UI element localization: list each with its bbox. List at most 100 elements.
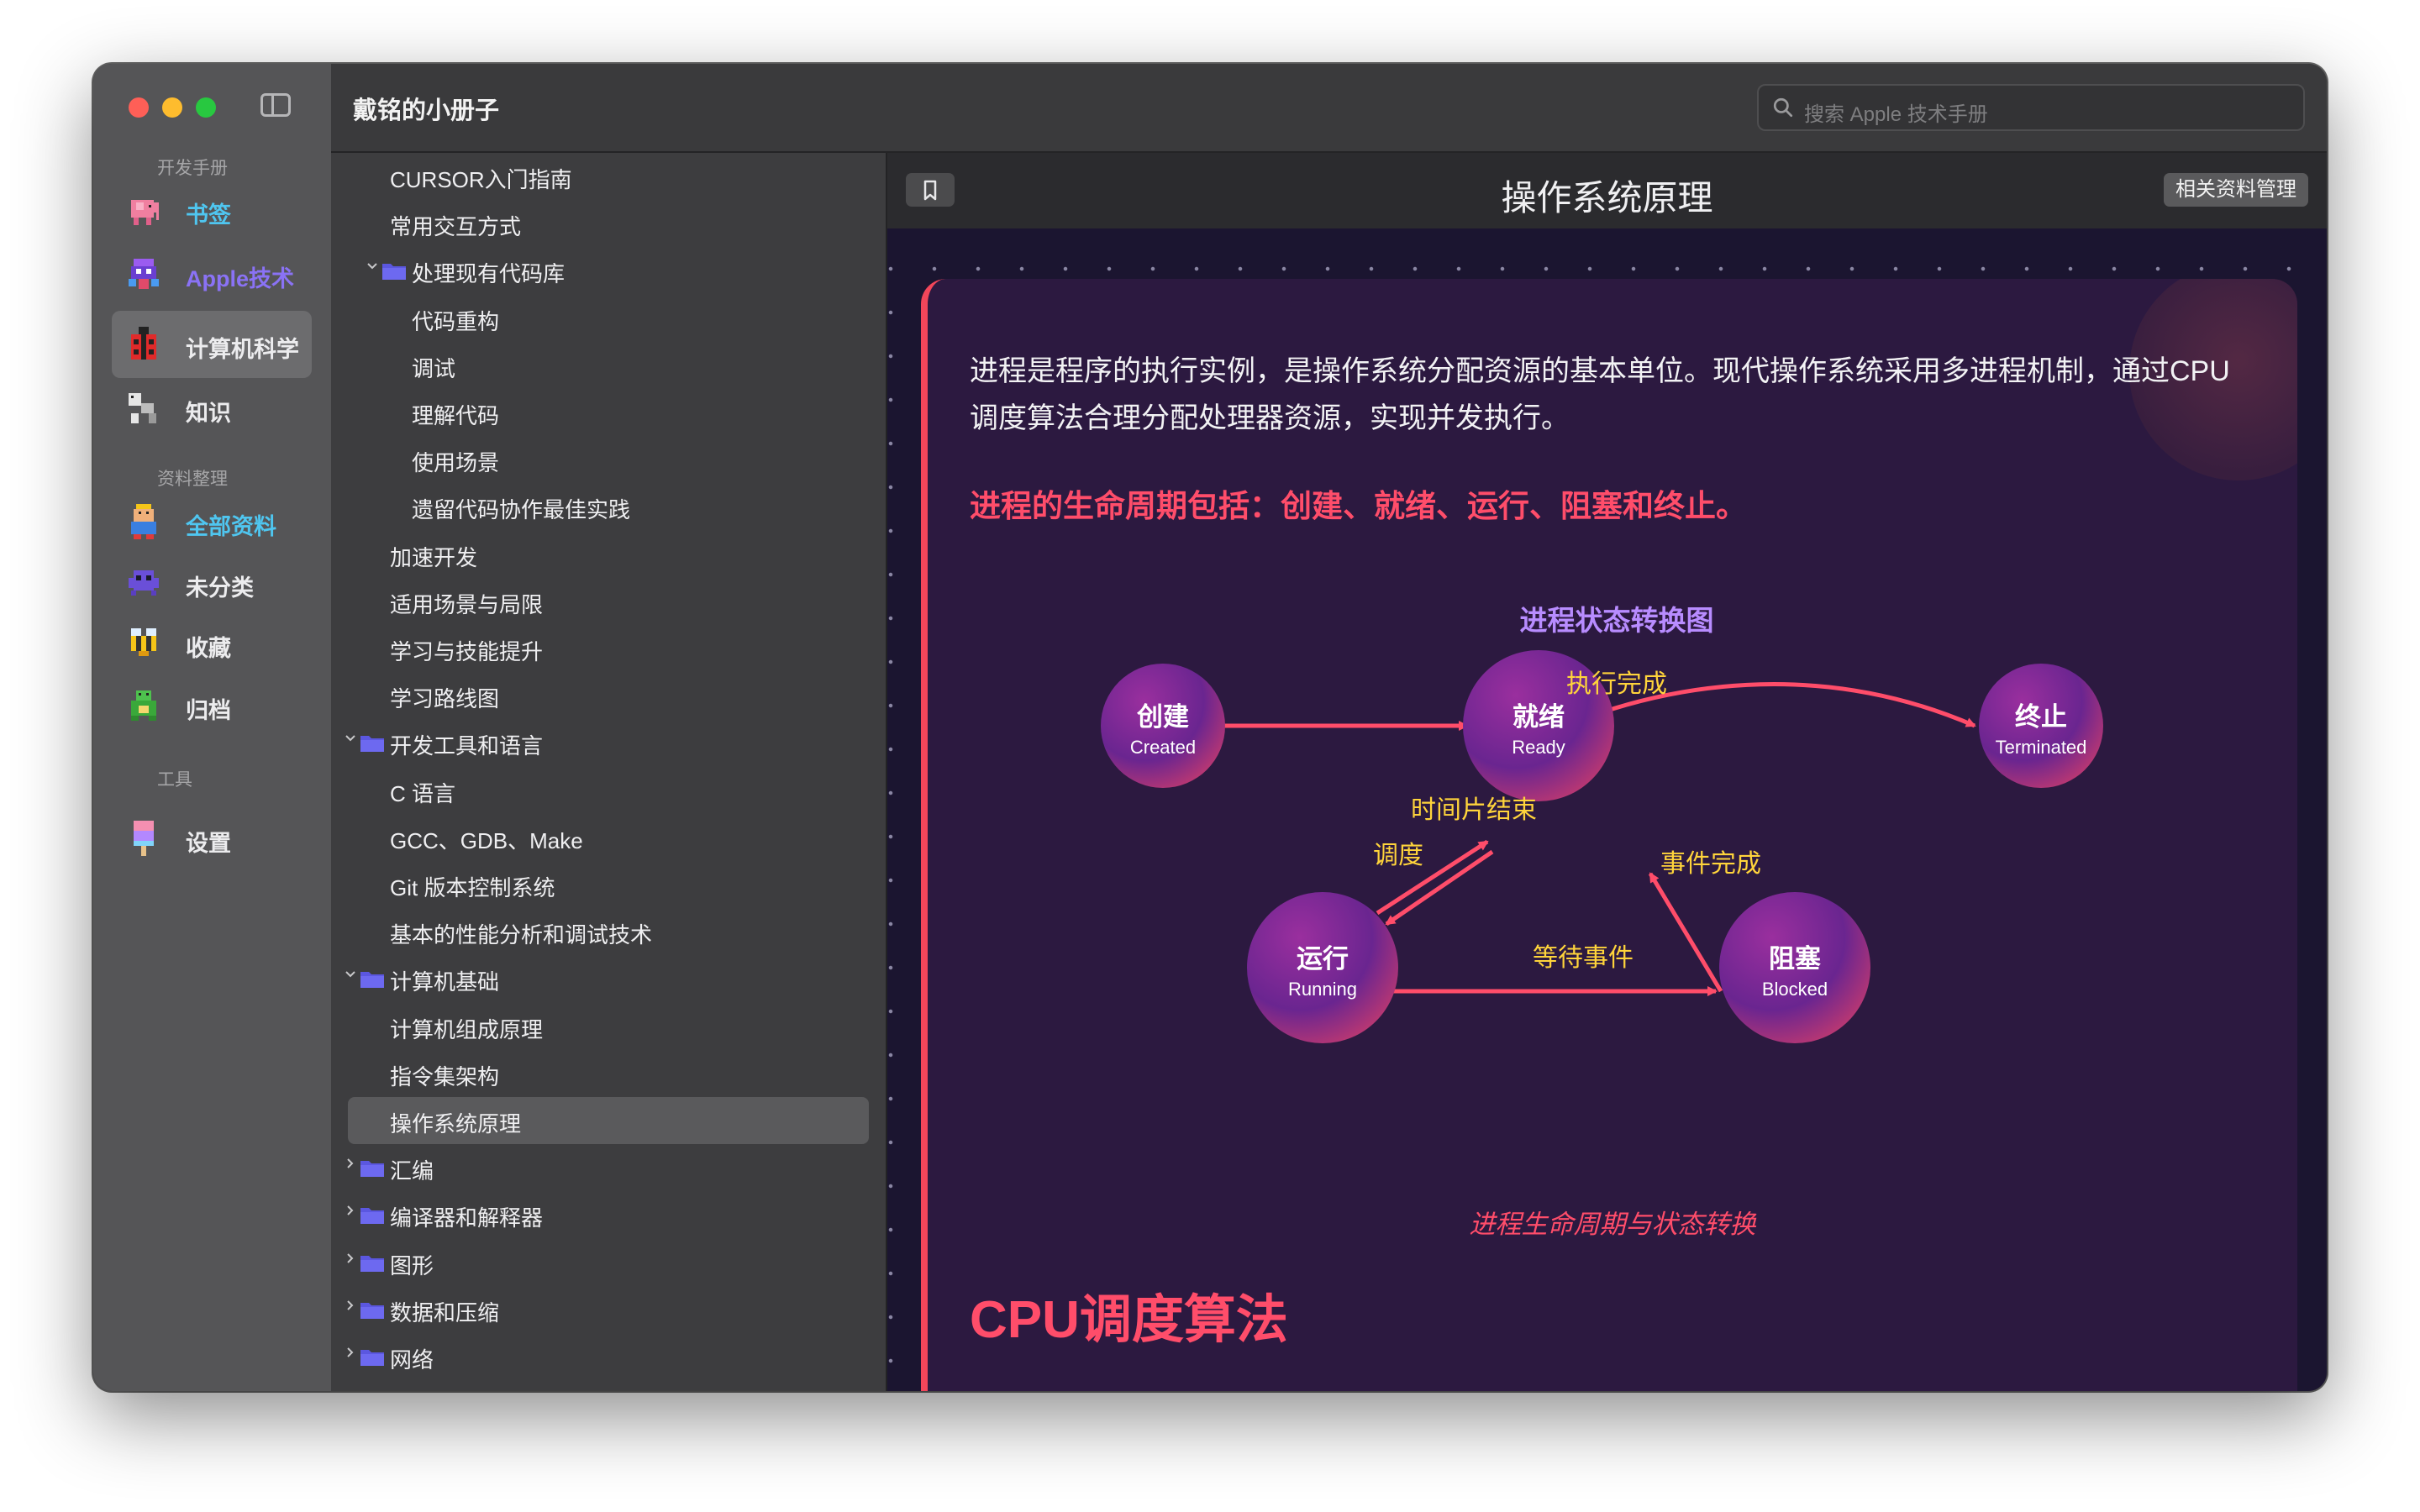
folder-icon: [360, 736, 384, 753]
chevron-right-icon[interactable]: [345, 1158, 356, 1169]
sidebar-item-uncategorized[interactable]: 未分类: [112, 549, 312, 617]
folder-icon: [360, 1255, 384, 1272]
tree-item-row[interactable]: C 语言: [331, 767, 886, 814]
tree-item-label: CURSOR入门指南: [390, 167, 572, 192]
pixel-robot-icon: [129, 393, 156, 423]
tree-item-label: 汇编: [390, 1158, 434, 1184]
sidebar-item-favorites[interactable]: 收藏: [112, 610, 312, 677]
sidebar-item-label: Apple技术: [186, 266, 295, 291]
chevron-down-icon[interactable]: [366, 260, 378, 272]
frog-icon: [131, 690, 156, 721]
tree-item-label: 调试: [412, 355, 456, 381]
sidebar-item-apple-tech[interactable]: Apple技术: [112, 240, 312, 307]
tree-item-row[interactable]: CURSOR入门指南: [331, 153, 886, 200]
state-terminated-en: Terminated: [1996, 737, 2087, 758]
tree-folder-row[interactable]: 开发工具和语言: [331, 719, 886, 766]
tree-item-row[interactable]: 加速开发: [331, 531, 886, 578]
tree-folder-row[interactable]: 编译器和解释器: [331, 1191, 886, 1238]
sidebar-item-archive[interactable]: 归档: [112, 672, 312, 739]
sidebar-item-label: 知识: [186, 401, 231, 426]
tree-item-label: 遗留代码协作最佳实践: [412, 497, 631, 523]
bee-icon: [131, 628, 156, 656]
tree-item-row[interactable]: 代码重构: [331, 295, 886, 342]
sidebar-item-computer-science[interactable]: 计算机科学: [112, 311, 312, 378]
tree-item-label: 网络: [390, 1347, 434, 1373]
sidebar-item-knowledge[interactable]: 知识: [112, 375, 312, 442]
title-bar: 戴铭的小册子 搜索 Apple 技术手册: [331, 64, 2327, 153]
state-node-terminated: 终止 Terminated: [1979, 664, 2103, 788]
state-blocked-en: Blocked: [1762, 979, 1828, 1000]
label-event-done: 事件完成: [1660, 850, 1761, 878]
state-ready-en: Ready: [1512, 737, 1565, 758]
tree-folder-row[interactable]: 网络: [331, 1333, 886, 1380]
zoom-window-button[interactable]: [196, 97, 216, 118]
sidebar-item-label: 未分类: [186, 575, 254, 601]
chevron-right-icon[interactable]: [345, 1252, 356, 1264]
minimize-window-button[interactable]: [162, 97, 182, 118]
folder-icon: [360, 1161, 384, 1178]
sidebar-item-label: 收藏: [186, 636, 231, 661]
tree-item-label: C 语言: [390, 780, 456, 806]
folder-icon: [360, 1350, 384, 1366]
tree-item-label: 计算机基础: [390, 969, 500, 995]
tree-item-label: 适用场景与局限: [390, 591, 544, 617]
tree-folder-row[interactable]: 计算机基础: [331, 955, 886, 1002]
sidebar-item-label: 书签: [186, 202, 231, 228]
tree-item-row[interactable]: 调试: [331, 342, 886, 389]
section-heading: CPU调度算法: [970, 1291, 1288, 1349]
tree-item-row[interactable]: Git 版本控制系统: [331, 861, 886, 908]
lifecycle-highlight: 进程的生命周期包括：创建、就绪、运行、阻塞和终止。: [970, 489, 1747, 523]
diagram-title: 进程状态转换图: [1520, 605, 1714, 636]
tree-item-label: 数据和压缩: [390, 1299, 500, 1326]
tree-item-row[interactable]: 学习路线图: [331, 672, 886, 719]
tree-item-row[interactable]: 基本的性能分析和调试技术: [331, 908, 886, 955]
label-wait-event: 等待事件: [1533, 944, 1634, 972]
search-icon: [1773, 97, 1793, 118]
tree-item-row[interactable]: 常用交互方式: [331, 200, 886, 247]
tree-item-label: 计算机组成原理: [390, 1016, 544, 1042]
app-title: 戴铭的小册子: [353, 97, 500, 124]
tree-folder-row[interactable]: 数据和压缩: [331, 1286, 886, 1333]
tree-item-row[interactable]: 计算机组成原理: [331, 1003, 886, 1050]
sidebar-item-label: 计算机科学: [186, 337, 299, 362]
chevron-right-icon[interactable]: [345, 1205, 356, 1216]
tree-item-row[interactable]: 适用场景与局限: [331, 578, 886, 625]
sidebar-item-settings[interactable]: 设置: [112, 805, 312, 872]
sidebar-toggle-icon[interactable]: [260, 93, 291, 117]
state-node-running: 运行 Running: [1247, 892, 1398, 1043]
chevron-down-icon[interactable]: [345, 732, 356, 744]
sidebar-item-label: 归档: [186, 698, 231, 723]
search-placeholder: 搜索 Apple 技术手册: [1804, 103, 1988, 126]
related-materials-button[interactable]: 相关资料管理: [2164, 173, 2308, 207]
state-blocked-zh: 阻塞: [1769, 944, 1821, 974]
tree-item-row[interactable]: 遗留代码协作最佳实践: [331, 483, 886, 530]
tree-item-row[interactable]: 学习与技能提升: [331, 625, 886, 672]
tree-item-row[interactable]: 理解代码: [331, 389, 886, 436]
tree-item-row[interactable]: GCC、GDB、Make: [331, 814, 886, 861]
sidebar-item-bookmarks[interactable]: 书签: [112, 176, 312, 244]
tree-item-row[interactable]: 操作系统原理: [348, 1097, 869, 1144]
folder-icon: [360, 1208, 384, 1225]
sidebar: 开发手册 书签 Apple技术 计算机科学 知识 资料整理 全部资料 未分类 收…: [93, 64, 331, 1391]
tree-folder-row[interactable]: 汇编: [331, 1144, 886, 1191]
section-label-tools: 工具: [157, 770, 192, 790]
tree-item-label: 使用场景: [412, 450, 500, 476]
search-field[interactable]: 搜索 Apple 技术手册: [1757, 84, 2305, 131]
pixel-king-icon: [131, 504, 156, 539]
intro-paragraph: 进程是程序的执行实例，是操作系统分配资源的基本单位。现代操作系统采用多进程机制，…: [970, 355, 2230, 434]
chevron-right-icon[interactable]: [345, 1299, 356, 1311]
chevron-right-icon[interactable]: [345, 1347, 356, 1358]
state-node-blocked: 阻塞 Blocked: [1719, 892, 1870, 1043]
tree-item-label: 图形: [390, 1252, 434, 1278]
tree-folder-row[interactable]: 处理现有代码库: [331, 247, 886, 294]
tree-item-label: 代码重构: [412, 308, 500, 334]
close-window-button[interactable]: [129, 97, 149, 118]
tree-item-label: GCC、GDB、Make: [390, 827, 583, 853]
sidebar-item-all-materials[interactable]: 全部资料: [112, 488, 312, 555]
chevron-down-icon[interactable]: [345, 969, 356, 980]
edge-blocked-to-ready: [1648, 872, 1723, 993]
tree-item-row[interactable]: 使用场景: [331, 436, 886, 483]
app-window: 开发手册 书签 Apple技术 计算机科学 知识 资料整理 全部资料 未分类 收…: [93, 64, 2327, 1391]
tree-folder-row[interactable]: 图形: [331, 1239, 886, 1286]
tree-item-row[interactable]: 指令集架构: [331, 1050, 886, 1097]
